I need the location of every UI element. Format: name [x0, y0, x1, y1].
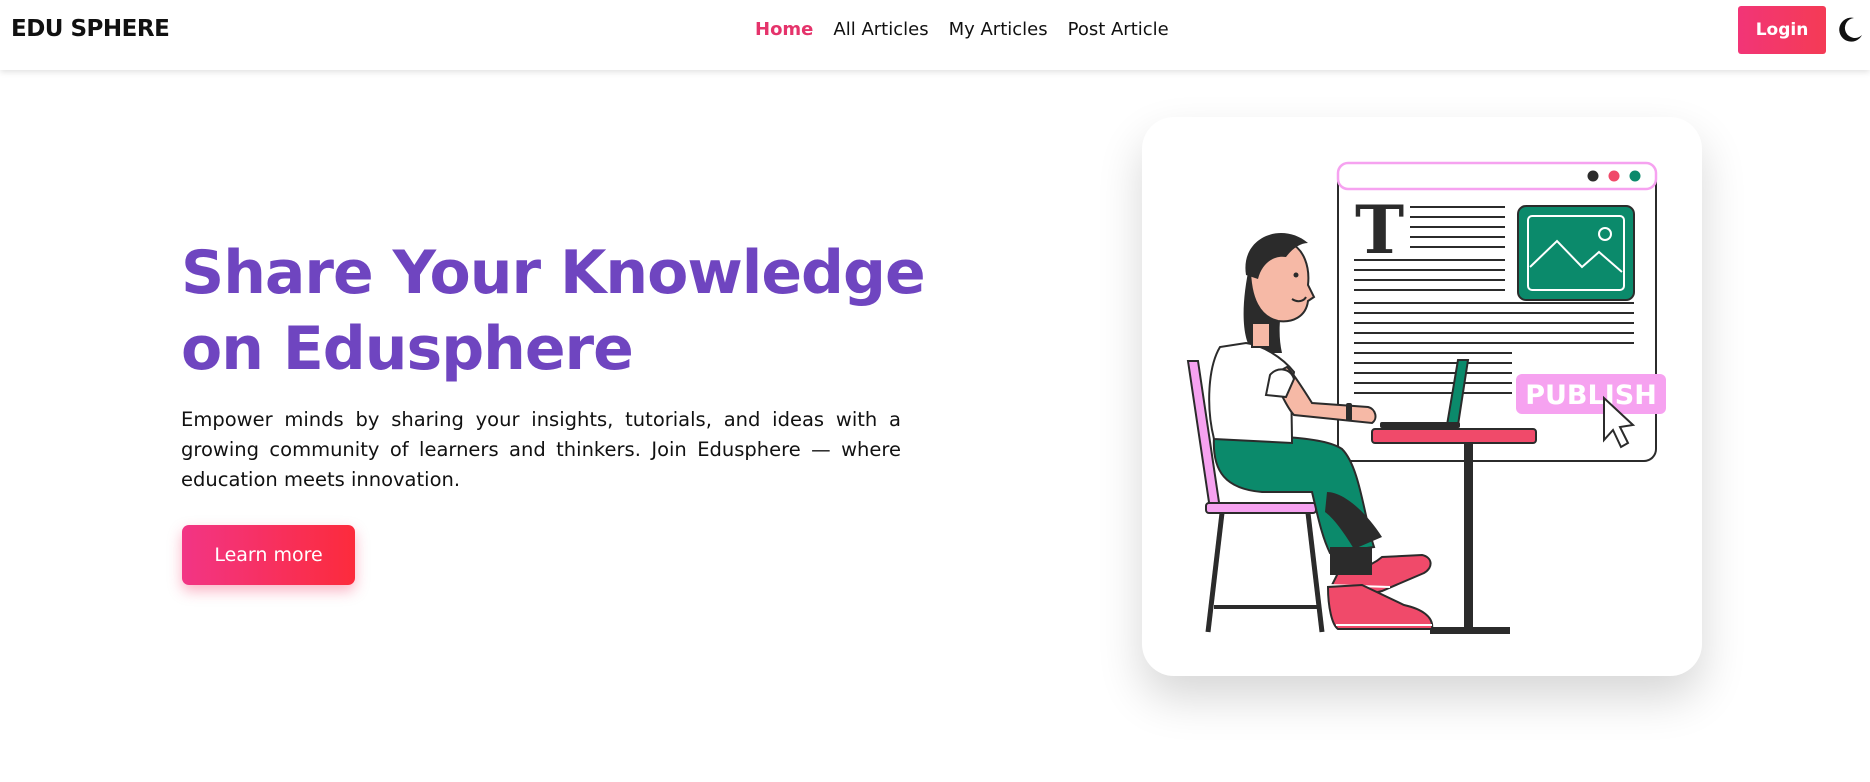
image-placeholder-icon [1517, 205, 1635, 301]
learn-more-button[interactable]: Learn more [182, 525, 355, 585]
nav-link-post-article[interactable]: Post Article [1068, 19, 1169, 40]
hero-title: Share Your Knowledge on Edusphere [181, 238, 926, 384]
browser-window: T PUBLISH [1336, 161, 1666, 462]
text-letter-icon: T [1355, 191, 1404, 269]
window-dot-icon [1587, 170, 1599, 182]
nav-link-all-articles[interactable]: All Articles [833, 19, 928, 40]
hero-description: Empower minds by sharing your insights, … [181, 408, 901, 491]
nav-link-home[interactable]: Home [755, 19, 813, 40]
login-button[interactable]: Login [1738, 6, 1826, 54]
nav-link-my-articles[interactable]: My Articles [949, 19, 1048, 40]
brand-logo[interactable]: EDU SPHERE [11, 16, 170, 42]
writer-illustration: T PUBLISH [1186, 161, 1666, 634]
moon-icon[interactable] [1836, 15, 1864, 43]
nav-links: Home All Articles My Articles Post Artic… [755, 19, 1169, 40]
publish-label: PUBLISH [1525, 380, 1657, 411]
window-dot-icon [1608, 170, 1620, 182]
hero-illustration-card: T PUBLISH [1142, 117, 1702, 676]
navbar: EDU SPHERE Home All Articles My Articles… [0, 0, 1870, 70]
window-dot-icon [1629, 170, 1641, 182]
